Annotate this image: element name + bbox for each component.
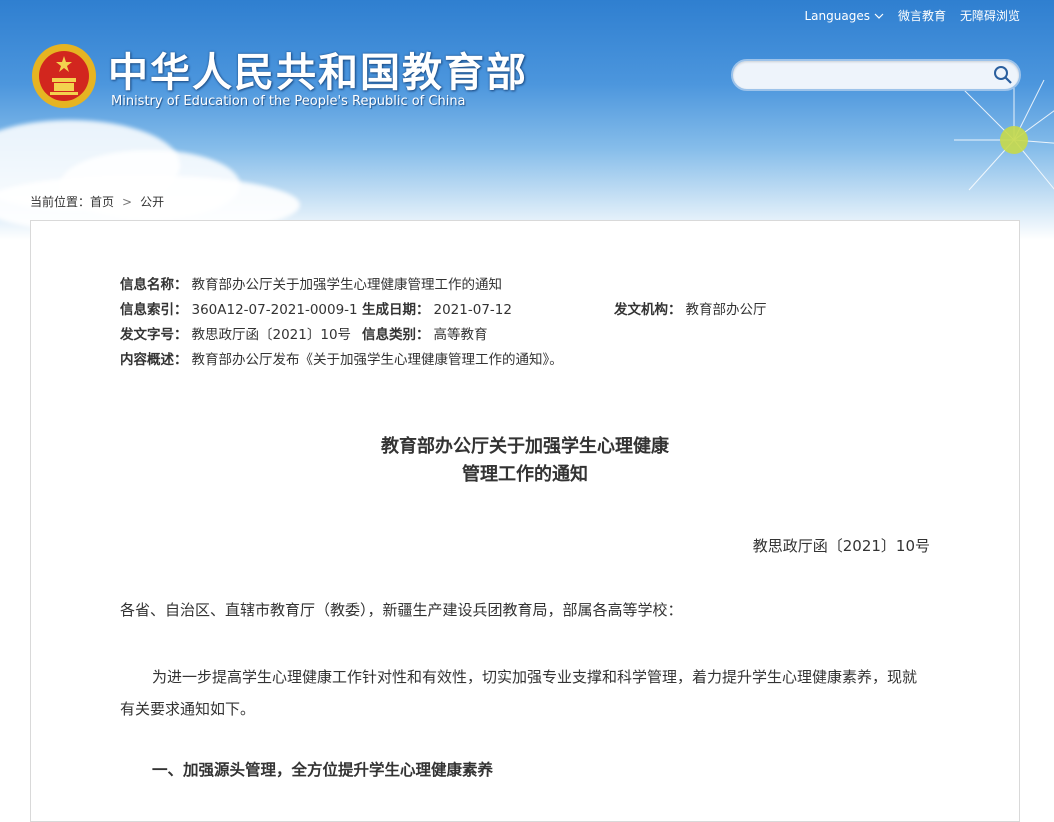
section-heading: 一、加强源头管理，全方位提升学生心理健康素养 <box>152 761 494 779</box>
meta-value: 教育部办公厅发布《关于加强学生心理健康管理工作的通知》。 <box>191 352 563 368</box>
meta-info: 信息名称： 教育部办公厅关于加强学生心理健康管理工作的通知 信息索引： 360A12… <box>120 273 767 373</box>
search-icon[interactable] <box>993 65 1013 85</box>
national-emblem-icon <box>32 44 96 108</box>
top-links: Languages 微言教育 无障碍浏览 <box>804 7 1020 24</box>
meta-row-name: 信息名称： 教育部办公厅关于加强学生心理健康管理工作的通知 <box>120 273 563 298</box>
meta-label: 信息索引： <box>120 302 188 318</box>
document-number: 教思政厅函〔2021〕10号 <box>752 537 930 555</box>
breadcrumb-separator-icon: > <box>122 195 133 209</box>
site-title-cn[interactable]: 中华人民共和国教育部 <box>108 40 528 98</box>
languages-menu[interactable]: Languages <box>804 8 884 23</box>
chevron-down-icon <box>874 13 884 19</box>
meta-value: 教育部办公厅关于加强学生心理健康管理工作的通知 <box>191 277 503 293</box>
meta-label: 信息类别： <box>362 327 430 343</box>
meta-value: 高等教育 <box>433 327 488 343</box>
content-box: 信息名称： 教育部办公厅关于加强学生心理健康管理工作的通知 信息索引： 360A12… <box>30 220 1020 822</box>
document-paragraph: 为进一步提高学生心理健康工作针对性和有效性，切实加强专业支撑和科学管理，着力提升… <box>120 668 918 718</box>
search-box <box>731 59 1021 91</box>
meta-label: 发文字号： <box>120 327 188 343</box>
meta-label: 内容概述： <box>120 352 188 368</box>
meta-value: 教思政厅函〔2021〕10号 <box>191 327 352 343</box>
dandelion-decoration <box>954 75 1054 191</box>
meta-value: 360A12-07-2021-0009-1 <box>191 302 358 318</box>
meta-label: 发文机构： <box>614 302 682 318</box>
meta-label: 生成日期： <box>362 302 430 318</box>
accessible-link[interactable]: 无障碍浏览 <box>960 7 1020 24</box>
site-title-en: Ministry of Education of the People's Re… <box>111 94 466 109</box>
meta-label: 信息名称： <box>120 277 188 293</box>
languages-label: Languages <box>804 8 870 23</box>
meta-row-docno: 发文字号： 教思政厅函〔2021〕10号 信息类别： 高等教育 <box>120 323 563 348</box>
document-salutation: 各省、自治区、直辖市教育厅（教委），新疆生产建设兵团教育局，部属各高等学校： <box>120 601 683 619</box>
weiyan-link[interactable]: 微言教育 <box>898 7 946 24</box>
breadcrumb-current[interactable]: 公开 <box>140 195 164 209</box>
search-input[interactable] <box>745 65 989 87</box>
breadcrumb-prefix: 当前位置： <box>30 195 91 209</box>
meta-row-summary: 内容概述： 教育部办公厅发布《关于加强学生心理健康管理工作的通知》。 <box>120 348 563 373</box>
meta-row-index: 信息索引： 360A12-07-2021-0009-1 生成日期： 2021-07-… <box>120 298 767 323</box>
meta-value: 2021-07-12 <box>433 302 512 318</box>
breadcrumb: 当前位置：首页 > 公开 <box>30 193 164 210</box>
meta-value: 教育部办公厅 <box>685 302 767 318</box>
document-title-line1: 教育部办公厅关于加强学生心理健康 <box>381 436 669 457</box>
breadcrumb-home[interactable]: 首页 <box>90 195 114 209</box>
document-title: 教育部办公厅关于加强学生心理健康 管理工作的通知 <box>31 433 1019 489</box>
document-title-line2: 管理工作的通知 <box>462 464 588 485</box>
